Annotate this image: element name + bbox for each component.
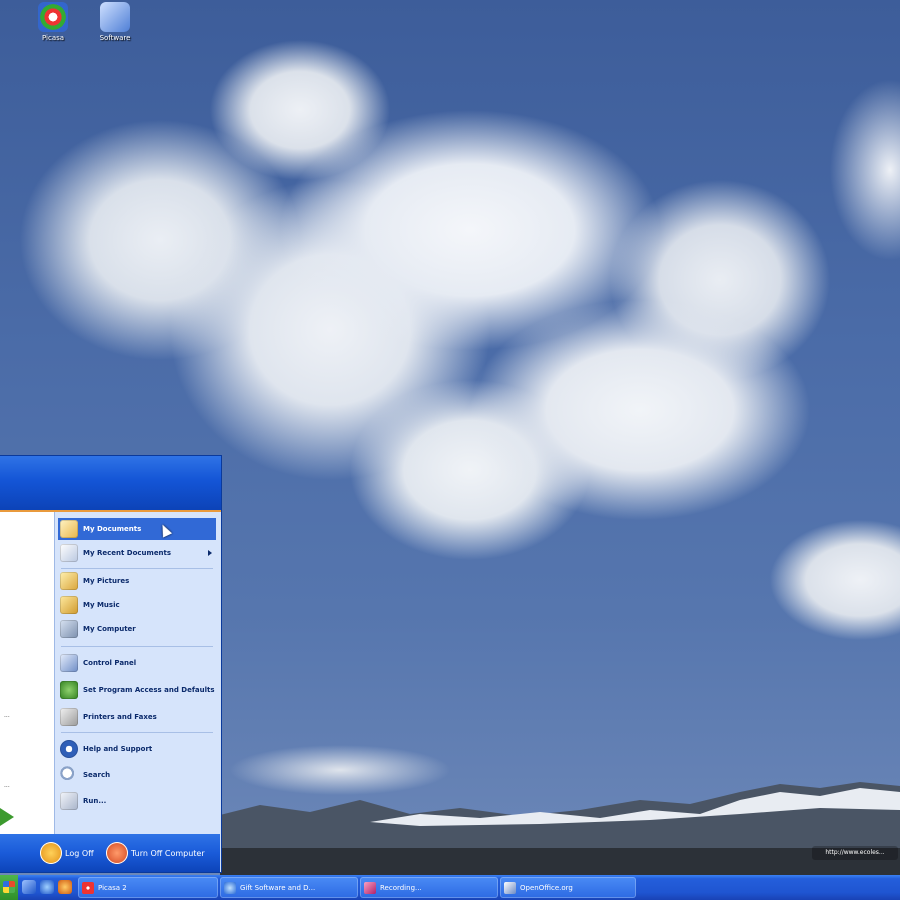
- start-menu-footer: Log Off Turn Off Computer: [0, 834, 220, 872]
- menu-item-label: Set Program Access and Defaults: [83, 686, 215, 694]
- start-menu: ... ... My Documents My Recent Documents…: [0, 455, 222, 873]
- document-task-icon: [504, 881, 516, 894]
- power-icon: [106, 842, 128, 864]
- menu-item-label: My Pictures: [83, 577, 130, 585]
- desktop-icon-software[interactable]: Software: [92, 2, 138, 42]
- recording-task-icon: [364, 881, 376, 894]
- taskbar-button-label: Gift Software and D...: [240, 883, 316, 892]
- taskbar-button-label: Recording...: [380, 883, 422, 892]
- menu-item-help[interactable]: Help and Support: [58, 738, 216, 760]
- submenu-arrow-icon: [208, 550, 212, 556]
- menu-item-label: Control Panel: [83, 659, 137, 667]
- software-icon: [100, 2, 130, 32]
- run-icon: [60, 792, 78, 810]
- taskbar-button-label: Picasa 2: [98, 883, 127, 892]
- log-off-icon: [40, 842, 62, 864]
- my-documents-icon: [60, 520, 78, 538]
- menu-item-label: Search: [83, 771, 111, 779]
- menu-item-label: My Recent Documents: [83, 549, 172, 557]
- menu-item-label: My Documents: [83, 525, 142, 533]
- taskbar-button-browser[interactable]: Gift Software and D...: [220, 877, 358, 898]
- my-pictures-icon: [60, 572, 78, 590]
- start-button[interactable]: start: [0, 875, 18, 900]
- quick-launch-desktop-icon[interactable]: [22, 880, 36, 894]
- turn-off-button[interactable]: Turn Off Computer: [106, 842, 205, 864]
- menu-item-my-computer[interactable]: My Computer: [58, 618, 216, 640]
- watermark: http://www.ecoles...: [812, 846, 898, 860]
- program-fragment[interactable]: ...: [4, 782, 10, 789]
- menu-item-label: Printers and Faxes: [83, 713, 157, 721]
- menu-item-my-music[interactable]: My Music: [58, 594, 216, 616]
- start-menu-header: [0, 456, 221, 512]
- picasa-task-icon: [82, 881, 94, 894]
- mountain-range: [220, 782, 900, 875]
- control-panel-icon: [60, 654, 78, 672]
- all-programs-arrow-icon[interactable]: [0, 808, 14, 826]
- menu-item-label: Run...: [83, 797, 107, 805]
- menu-item-label: Help and Support: [83, 745, 153, 753]
- taskbar: start Picasa 2 Gift Software and D... Re…: [0, 875, 900, 900]
- separator: [61, 568, 213, 569]
- taskbar-button-picasa[interactable]: Picasa 2: [78, 877, 218, 898]
- recent-documents-icon: [60, 544, 78, 562]
- quick-launch-media-icon[interactable]: [58, 880, 72, 894]
- log-off-label: Log Off: [65, 848, 94, 858]
- menu-item-run[interactable]: Run...: [58, 790, 216, 812]
- printers-icon: [60, 708, 78, 726]
- menu-item-program-access[interactable]: Set Program Access and Defaults: [58, 676, 216, 704]
- program-fragment[interactable]: ...: [4, 712, 10, 719]
- taskbar-button-recording[interactable]: Recording...: [360, 877, 498, 898]
- menu-item-label: My Computer: [83, 625, 136, 633]
- menu-item-my-pictures[interactable]: My Pictures: [58, 570, 216, 592]
- turn-off-label: Turn Off Computer: [131, 848, 205, 858]
- menu-item-control-panel[interactable]: Control Panel: [58, 652, 216, 674]
- taskbar-button-document[interactable]: OpenOffice.org: [500, 877, 636, 898]
- browser-task-icon: [224, 881, 236, 894]
- separator: [61, 646, 213, 647]
- my-music-icon: [60, 596, 78, 614]
- quick-launch-browser-icon[interactable]: [40, 880, 54, 894]
- picasa-icon: [38, 2, 68, 32]
- desktop-icon-label: Picasa: [41, 34, 65, 42]
- menu-item-printers[interactable]: Printers and Faxes: [58, 706, 216, 728]
- help-icon: [60, 740, 78, 758]
- menu-item-recent-documents[interactable]: My Recent Documents: [58, 542, 216, 564]
- menu-item-label: My Music: [83, 601, 120, 609]
- menu-item-my-documents[interactable]: My Documents: [58, 518, 216, 540]
- log-off-button[interactable]: Log Off: [40, 842, 94, 864]
- search-icon: [60, 766, 78, 784]
- taskbar-button-label: OpenOffice.org: [520, 883, 573, 892]
- my-computer-icon: [60, 620, 78, 638]
- menu-item-search[interactable]: Search: [58, 764, 216, 786]
- program-access-icon: [60, 681, 78, 699]
- desktop-icon-label: Software: [99, 34, 131, 42]
- windows-logo-icon: [3, 881, 15, 893]
- pinned-programs-pane: ... ...: [0, 512, 54, 836]
- desktop-icon-picasa[interactable]: Picasa: [30, 2, 76, 42]
- places-pane: My Documents My Recent Documents My Pict…: [54, 512, 220, 836]
- separator: [61, 732, 213, 733]
